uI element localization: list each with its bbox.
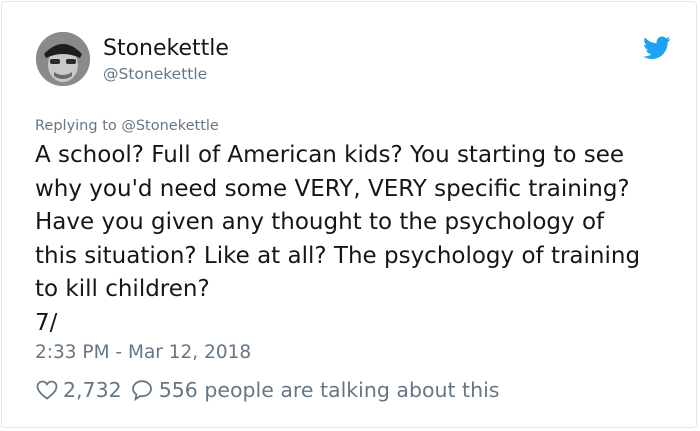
tweet-card: Stonekettle @Stonekettle Replying to @St…	[1, 1, 697, 428]
avatar-image	[36, 32, 90, 86]
reply-count-label[interactable]: 556 people are talking about this	[159, 378, 500, 402]
speech-bubble-icon[interactable]	[130, 378, 154, 402]
tweet-text-line: A school? Full of American kids? You sta…	[35, 142, 625, 168]
engagement-bar: 2,732 556 people are talking about this	[35, 376, 499, 404]
like-count[interactable]: 2,732	[63, 378, 122, 402]
avatar[interactable]	[36, 32, 90, 86]
tweet-text-line: 7/	[35, 309, 58, 336]
tweet-text: A school? Full of American kids? You sta…	[35, 139, 675, 340]
tweet-text-line: to kill children?	[35, 276, 210, 302]
twitter-bird-icon[interactable]	[643, 36, 671, 60]
user-handle[interactable]: @Stonekettle	[103, 64, 207, 84]
tweet-text-line: this situation? Like at all? The psychol…	[35, 242, 641, 269]
display-name[interactable]: Stonekettle	[103, 36, 229, 62]
tweet-text-line: why you'd need some VERY, VERY specific …	[35, 175, 630, 202]
replying-to-label[interactable]: Replying to @Stonekettle	[35, 117, 219, 135]
tweet-timestamp[interactable]: 2:33 PM - Mar 12, 2018	[35, 342, 251, 364]
tweet-text-line: Have you given any thought to the psycho…	[35, 209, 605, 235]
heart-icon[interactable]	[35, 378, 59, 402]
